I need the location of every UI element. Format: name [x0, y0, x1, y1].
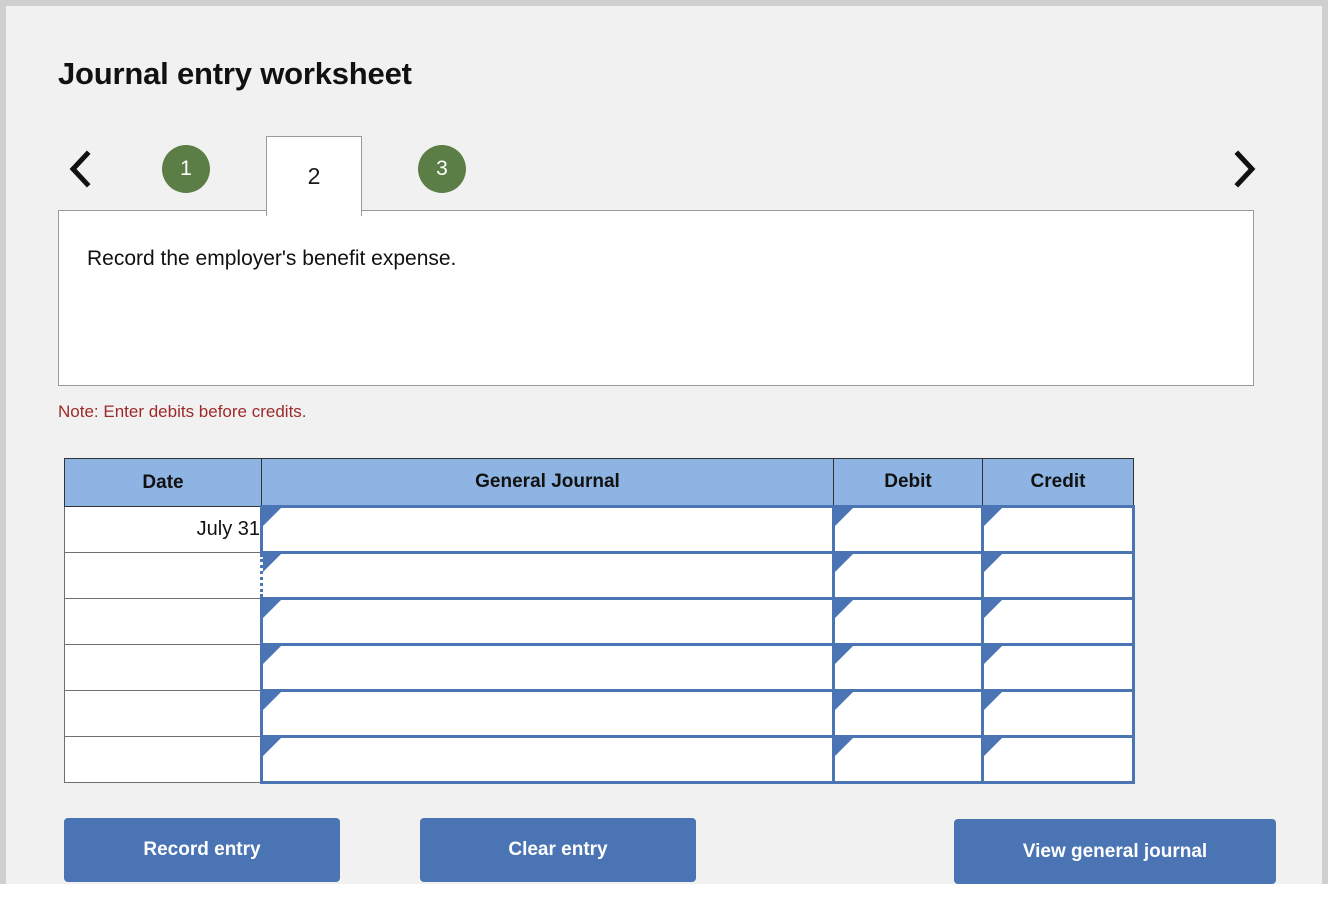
date-cell[interactable]	[65, 645, 262, 691]
table-row	[65, 691, 1134, 737]
page-title: Journal entry worksheet	[58, 56, 412, 92]
debit-cell[interactable]	[834, 553, 983, 599]
table-row	[65, 553, 1134, 599]
column-header-date: Date	[65, 459, 262, 507]
credit-cell[interactable]	[983, 645, 1134, 691]
dropdown-triangle-icon	[984, 600, 1002, 618]
worksheet-page: Journal entry worksheet 1 2 3	[0, 0, 1328, 884]
tab-1-label: 1	[180, 157, 192, 181]
dropdown-triangle-icon	[263, 600, 281, 618]
credit-cell[interactable]	[983, 737, 1134, 783]
chevron-left-icon	[67, 149, 93, 189]
general-journal-cell[interactable]	[262, 599, 834, 645]
dropdown-triangle-icon	[263, 692, 281, 710]
dropdown-triangle-icon	[984, 554, 1002, 572]
dropdown-triangle-icon	[263, 508, 281, 526]
table-row	[65, 645, 1134, 691]
table-row: July 31	[65, 507, 1134, 553]
dropdown-triangle-icon	[835, 738, 853, 756]
general-journal-cell[interactable]	[262, 737, 834, 783]
general-journal-cell[interactable]	[262, 507, 834, 553]
tab-strip: 1 2 3	[58, 134, 1260, 212]
column-header-debit: Debit	[834, 459, 983, 507]
debit-cell[interactable]	[834, 645, 983, 691]
debit-cell[interactable]	[834, 599, 983, 645]
tab-3-label: 3	[436, 157, 448, 181]
general-journal-cell[interactable]	[262, 645, 834, 691]
date-cell[interactable]	[65, 737, 262, 783]
credit-cell[interactable]	[983, 507, 1134, 553]
dropdown-triangle-icon	[984, 738, 1002, 756]
date-cell[interactable]: July 31	[65, 507, 262, 553]
dropdown-triangle-icon	[835, 692, 853, 710]
dropdown-triangle-icon	[835, 554, 853, 572]
column-header-credit: Credit	[983, 459, 1134, 507]
dropdown-triangle-icon	[984, 692, 1002, 710]
table-row	[65, 599, 1134, 645]
dropdown-triangle-icon	[263, 738, 281, 756]
table-row	[65, 737, 1134, 783]
tab-1[interactable]: 1	[162, 145, 210, 193]
date-cell[interactable]	[65, 691, 262, 737]
general-journal-cell[interactable]	[262, 553, 834, 599]
view-general-journal-button[interactable]: View general journal	[954, 819, 1276, 884]
debits-before-credits-note: Note: Enter debits before credits.	[58, 402, 307, 422]
dropdown-triangle-icon	[263, 646, 281, 664]
previous-tab-button[interactable]	[58, 134, 102, 204]
prompt-panel: Record the employer's benefit expense.	[58, 210, 1254, 386]
dropdown-triangle-icon	[835, 600, 853, 618]
record-entry-button[interactable]: Record entry	[64, 818, 340, 882]
next-tab-button[interactable]	[1222, 134, 1266, 204]
prompt-text: Record the employer's benefit expense.	[87, 247, 456, 271]
tab-2-active[interactable]: 2	[266, 136, 362, 216]
table-header-row: Date General Journal Debit Credit	[65, 459, 1134, 507]
date-cell[interactable]	[65, 553, 262, 599]
clear-entry-button[interactable]: Clear entry	[420, 818, 696, 882]
dropdown-triangle-icon	[984, 508, 1002, 526]
credit-cell[interactable]	[983, 691, 1134, 737]
debit-cell[interactable]	[834, 737, 983, 783]
credit-cell[interactable]	[983, 553, 1134, 599]
dropdown-triangle-icon	[835, 508, 853, 526]
tab-2-label: 2	[308, 163, 321, 190]
debit-cell[interactable]	[834, 691, 983, 737]
dropdown-triangle-icon	[263, 554, 281, 572]
tab-3[interactable]: 3	[418, 145, 466, 193]
credit-cell[interactable]	[983, 599, 1134, 645]
general-journal-cell[interactable]	[262, 691, 834, 737]
date-cell[interactable]	[65, 599, 262, 645]
journal-table-body: July 31	[65, 507, 1134, 783]
dropdown-triangle-icon	[984, 646, 1002, 664]
chevron-right-icon	[1231, 149, 1257, 189]
journal-entry-table: Date General Journal Debit Credit July 3…	[64, 458, 1135, 784]
dropdown-triangle-icon	[835, 646, 853, 664]
debit-cell[interactable]	[834, 507, 983, 553]
column-header-general-journal: General Journal	[262, 459, 834, 507]
